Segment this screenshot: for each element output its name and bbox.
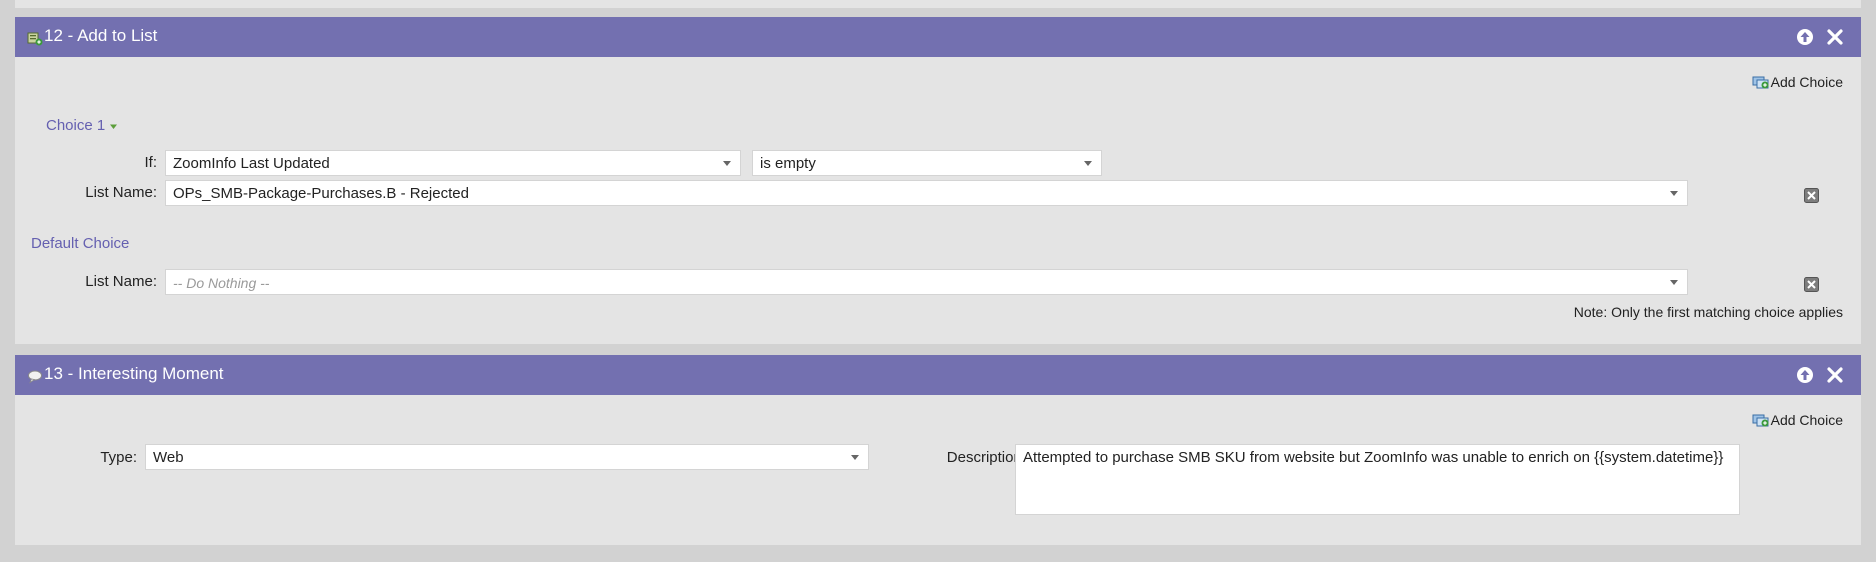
default-list-name-placeholder: -- Do Nothing -- <box>173 275 270 291</box>
chevron-down-icon <box>110 124 118 129</box>
first-match-note: Note: Only the first matching choice app… <box>1573 304 1843 320</box>
delete-default-choice-icon[interactable] <box>1804 277 1819 292</box>
type-label: Type: <box>100 449 137 466</box>
condition-field-select[interactable]: ZoomInfo Last Updated <box>165 150 741 176</box>
choice-1-label: Choice 1 <box>46 117 106 134</box>
add-choice-icon <box>1752 414 1769 427</box>
move-up-icon[interactable] <box>1795 27 1815 47</box>
default-choice-label: Default Choice <box>31 235 130 252</box>
step-title: 13 - Interesting Moment <box>44 364 224 383</box>
list-name-value: OPs_SMB-Package-Purchases.B - Rejected <box>173 185 469 202</box>
chevron-down-icon <box>1670 280 1678 285</box>
chevron-down-icon <box>1670 191 1678 196</box>
delete-choice-icon[interactable] <box>1804 188 1819 203</box>
type-value: Web <box>153 449 184 466</box>
close-icon[interactable] <box>1825 27 1845 47</box>
close-icon[interactable] <box>1825 365 1845 385</box>
previous-step-panel-edge <box>15 0 1861 8</box>
flow-step-add-to-list: 12 - Add to List Add Choice Choice 1 If:… <box>15 17 1861 344</box>
chevron-down-icon <box>1084 161 1092 166</box>
choice-1-toggle[interactable]: Choice 1 <box>46 117 118 134</box>
list-name-select[interactable]: OPs_SMB-Package-Purchases.B - Rejected <box>165 180 1688 206</box>
add-choice-button[interactable]: Add Choice <box>1752 412 1843 428</box>
add-choice-button[interactable]: Add Choice <box>1752 74 1843 90</box>
chevron-down-icon <box>723 161 731 166</box>
add-choice-icon <box>1752 76 1769 89</box>
type-select[interactable]: Web <box>145 444 869 470</box>
step-title: 12 - Add to List <box>44 26 158 45</box>
default-list-name-label: List Name: <box>85 273 157 290</box>
if-label: If: <box>144 154 157 171</box>
add-choice-label: Add Choice <box>1770 412 1843 428</box>
add-choice-label: Add Choice <box>1770 74 1843 90</box>
list-add-icon <box>27 32 43 46</box>
move-up-icon[interactable] <box>1795 365 1815 385</box>
step-header: 12 - Add to List <box>15 17 1861 57</box>
condition-field-value: ZoomInfo Last Updated <box>173 155 330 172</box>
description-textarea[interactable]: Attempted to purchase SMB SKU from websi… <box>1015 444 1740 515</box>
speech-bubble-icon <box>28 370 42 384</box>
condition-operator-value: is empty <box>760 155 816 172</box>
chevron-down-icon <box>851 455 859 460</box>
flow-step-interesting-moment: 13 - Interesting Moment Add Choice Type:… <box>15 355 1861 545</box>
step-header: 13 - Interesting Moment <box>15 355 1861 395</box>
condition-operator-select[interactable]: is empty <box>752 150 1102 176</box>
list-name-label: List Name: <box>85 184 157 201</box>
default-list-name-select[interactable]: -- Do Nothing -- <box>165 269 1688 295</box>
